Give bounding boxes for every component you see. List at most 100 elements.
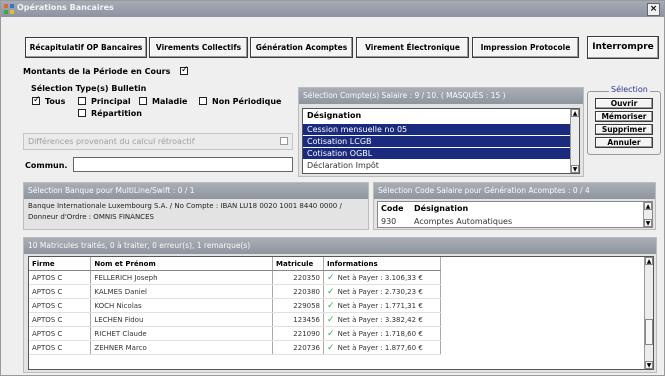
recap-op-button[interactable]: Récapitulatif OP Bancaires: [25, 37, 147, 58]
matricule-cell: 220350: [272, 270, 325, 285]
info-cell: ✓ Net à Payer : 1.771,31 €: [323, 298, 441, 313]
check-icon: ✓: [327, 328, 335, 339]
compte-row[interactable]: Cotisation OGBL: [303, 148, 572, 159]
code-salaire-scrollbar[interactable]: ▲ ▼: [643, 202, 652, 227]
comptes-scrollbar[interactable]: ▲ ▼: [570, 109, 579, 173]
info-cell: ✓ Net à Payer : 1.877,60 €: [323, 340, 441, 355]
period-label: Montants de la Période en Cours: [23, 67, 171, 76]
maladie-checkbox[interactable]: [139, 97, 147, 105]
non-periodique-label: Non Périodique: [212, 97, 282, 106]
non-periodique-checkbox[interactable]: [199, 97, 207, 105]
app-icon: [4, 4, 14, 14]
retro-label: Différences provenant du calcul rétroact…: [28, 137, 195, 146]
nom-cell: RICHET Claude: [90, 326, 274, 341]
matricules-panel: 10 Matricules traités, 0 à traiter, 0 er…: [23, 237, 657, 373]
table-row[interactable]: APTOS C ZEHNER Marco 220736 ✓ Net à Payer…: [29, 340, 441, 355]
scroll-thumb[interactable]: [645, 319, 653, 345]
check-icon: ✓: [327, 300, 335, 311]
firme-cell: APTOS C: [29, 312, 92, 327]
code-salaire-header: Sélection Code Salaire pour Génération A…: [374, 183, 655, 199]
banque-text[interactable]: Banque Internationale Luxembourg S.A. / …: [28, 201, 363, 223]
table-row[interactable]: APTOS C KOCH Nicolas 229058 ✓ Net à Payer…: [29, 298, 441, 313]
info-cell: ✓ Net à Payer : 2.730,23 €: [323, 284, 441, 299]
scroll-up-icon[interactable]: ▲: [645, 257, 653, 265]
check-icon: ✓: [327, 286, 335, 297]
info-text: Net à Payer : 1.771,31 €: [337, 301, 423, 310]
comptes-header: Sélection Compte(s) Salaire : 9 / 10. ( …: [299, 88, 583, 104]
commun-input[interactable]: [73, 157, 293, 172]
table-row[interactable]: APTOS C LECHEN Fidou 123456 ✓ Net à Payer…: [29, 312, 441, 327]
matricule-cell: 220736: [272, 340, 325, 355]
memoriser-button[interactable]: Mémoriser: [595, 111, 653, 122]
retro-row: Différences provenant du calcul rétroact…: [23, 133, 293, 150]
info-text: Net à Payer : 3.106,33 €: [337, 273, 423, 282]
maladie-label: Maladie: [152, 97, 188, 106]
title-bar: Opérations Bancaires ×: [1, 1, 664, 17]
table-row[interactable]: APTOS C KALMES Daniel 220380 ✓ Net à Paye…: [29, 284, 441, 299]
banque-panel: Sélection Banque pour MultiLine/Swift : …: [23, 182, 369, 230]
main-window: Opérations Bancaires × Récapitulatif OP …: [0, 0, 665, 376]
matricule-cell: 221090: [272, 326, 325, 341]
retro-checkbox[interactable]: [280, 137, 288, 145]
code-salaire-panel: Sélection Code Salaire pour Génération A…: [373, 182, 656, 230]
table-row[interactable]: APTOS C FELLERICH Joseph 220350 ✓ Net à P…: [29, 270, 441, 285]
nom-cell: KOCH Nicolas: [90, 298, 274, 313]
commun-label: Commun.: [25, 161, 68, 170]
selection-legend: Sélection: [609, 85, 650, 94]
virements-collectifs-button[interactable]: Virements Collectifs: [149, 37, 248, 58]
matricule-cell: 220380: [272, 284, 325, 299]
interrompre-button[interactable]: Interrompre: [587, 36, 659, 59]
bulletin-label: Sélection Type(s) Bulletin: [31, 84, 147, 93]
compte-row[interactable]: Déclaration Impôt: [303, 160, 572, 171]
supprimer-button[interactable]: Supprimer: [595, 124, 653, 135]
principal-checkbox[interactable]: [78, 97, 86, 105]
tous-checkbox[interactable]: [32, 95, 41, 105]
nom-column-header[interactable]: Nom et Prénom: [90, 257, 274, 271]
comptes-panel: Sélection Compte(s) Salaire : 9 / 10. ( …: [298, 87, 584, 177]
compte-row[interactable]: Cotisation LCGB: [303, 136, 572, 147]
banque-header: Sélection Banque pour MultiLine/Swift : …: [24, 183, 368, 199]
designation-column-header: Désignation: [414, 204, 469, 213]
impression-protocole-button[interactable]: Impression Protocole: [472, 37, 579, 58]
firme-cell: APTOS C: [29, 270, 92, 285]
matricule-column-header[interactable]: Matricule: [272, 257, 325, 271]
nom-cell: LECHEN Fidou: [90, 312, 274, 327]
annuler-button[interactable]: Annuler: [595, 137, 653, 148]
scroll-down-icon[interactable]: ▼: [644, 219, 652, 227]
nom-cell: FELLERICH Joseph: [90, 270, 274, 285]
matricule-cell: 123456: [272, 312, 325, 327]
matricules-table: Firme Nom et Prénom Matricule Informatio…: [28, 256, 654, 370]
table-row[interactable]: APTOS C RICHET Claude 221090 ✓ Net à Paye…: [29, 326, 441, 341]
repartition-checkbox[interactable]: [78, 109, 86, 117]
repartition-label: Répartition: [91, 109, 142, 118]
firme-cell: APTOS C: [29, 340, 92, 355]
info-text: Net à Payer : 3.382,42 €: [337, 315, 423, 324]
compte-row[interactable]: Cession mensuelle no 05: [303, 124, 572, 135]
info-text: Net à Payer : 2.730,23 €: [337, 287, 423, 296]
firme-cell: APTOS C: [29, 284, 92, 299]
matricule-cell: 229058: [272, 298, 325, 313]
scroll-up-icon[interactable]: ▲: [644, 202, 652, 210]
informations-column-header[interactable]: Informations: [323, 257, 441, 271]
matricules-scrollbar[interactable]: ▲ ▼: [644, 257, 653, 369]
info-cell: ✓ Net à Payer : 3.382,42 €: [323, 312, 441, 327]
window-title: Opérations Bancaires: [17, 3, 114, 12]
matricules-header: 10 Matricules traités, 0 à traiter, 0 er…: [24, 238, 656, 254]
info-cell: ✓ Net à Payer : 1.718,60 €: [323, 326, 441, 341]
principal-label: Principal: [91, 97, 131, 106]
generation-acomptes-button[interactable]: Génération Acomptes: [250, 37, 353, 58]
code-cell[interactable]: 930: [381, 217, 396, 226]
tous-label: Tous: [45, 97, 66, 106]
period-checkbox[interactable]: [180, 65, 189, 75]
scroll-down-icon[interactable]: ▼: [645, 361, 653, 369]
firme-column-header[interactable]: Firme: [29, 257, 92, 271]
comptes-list: Désignation Cession mensuelle no 05 Coti…: [302, 108, 580, 174]
close-icon[interactable]: ×: [647, 3, 660, 16]
scroll-down-icon[interactable]: ▼: [571, 165, 579, 173]
firme-cell: APTOS C: [29, 298, 92, 313]
designation-cell[interactable]: Acomptes Automatiques: [414, 217, 512, 226]
scroll-up-icon[interactable]: ▲: [571, 109, 579, 117]
virement-electronique-button[interactable]: Virement Électronique: [356, 37, 469, 58]
ouvrir-button[interactable]: Ouvrir: [595, 98, 653, 109]
check-icon: ✓: [327, 342, 335, 353]
